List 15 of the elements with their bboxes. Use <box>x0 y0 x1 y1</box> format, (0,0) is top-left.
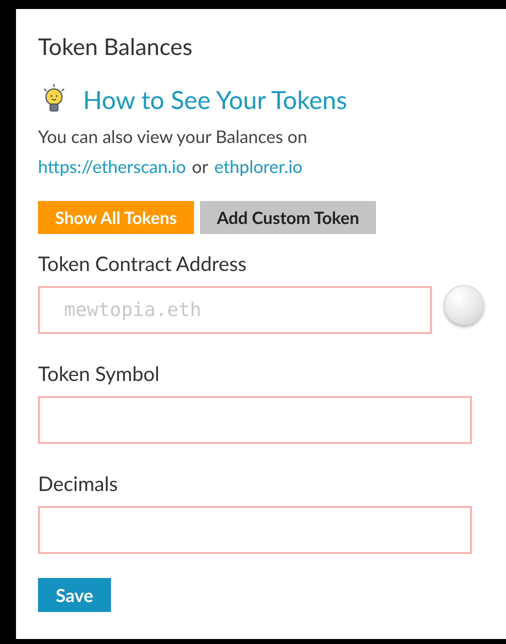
identicon <box>444 285 484 325</box>
field-label: Token Contract Address <box>38 251 248 277</box>
field-label: Decimals <box>38 471 119 497</box>
etherscan-link[interactable]: https://etherscan.io <box>38 152 186 182</box>
ethplorer-link[interactable]: ethplorer.io <box>214 152 302 182</box>
panel-title: Token Balances <box>38 31 194 61</box>
save-button[interactable]: Save <box>38 578 111 612</box>
text-field[interactable] <box>38 396 472 444</box>
text-field[interactable] <box>38 506 472 554</box>
or-text: or <box>192 155 208 179</box>
help-text: You can also view your Balances on <box>38 125 308 149</box>
add-token-button[interactable]: Add Custom Token <box>200 201 376 234</box>
show-tokens-button[interactable]: Show All Tokens <box>38 201 194 234</box>
help-heading[interactable]: How to See Your Tokens <box>83 84 348 116</box>
field-label: Token Symbol <box>38 361 160 387</box>
